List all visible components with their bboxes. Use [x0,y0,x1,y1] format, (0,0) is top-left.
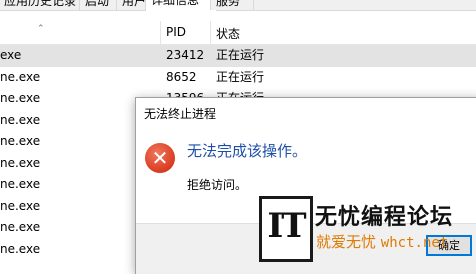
process-name-cell: ne.exe [0,112,41,127]
process-name-cell: ne.exe [0,134,41,148]
pid-cell: 8652 [166,69,197,84]
table-row[interactable]: ne.exe 8652 正在运行 [0,67,476,89]
status-cell: 正在运行 [216,69,265,84]
dialog-main-instruction: 无法完成该操作。 [187,142,308,160]
process-name-cell: ne.exe [0,220,41,234]
column-header-status[interactable]: 状态 [216,25,240,42]
process-name-cell: ne.exe [0,177,41,191]
watermark-title: 无忧编程论坛 [315,204,454,230]
tab-services[interactable]: 服务 [210,0,254,10]
dialog-detail-text: 拒绝访问。 [187,178,248,192]
sort-up-icon: ⌃ [37,24,45,34]
process-name-cell: ne.exe [0,241,41,256]
column-divider[interactable] [210,21,211,44]
process-name-cell: ne.exe [0,155,41,170]
error-icon: ✕ [145,143,175,173]
watermark: IT 无忧编程论坛 就爱无忧 whct.net [259,196,476,262]
process-name-cell: ne.exe [0,69,41,84]
tab-app-history[interactable]: 应用历史记录 [0,0,86,10]
dialog-title: 无法终止进程 [144,107,217,121]
pid-cell: 23412 [166,48,205,62]
column-header-pid[interactable]: PID [166,25,186,39]
column-header: ⌃ PID 状态 [0,21,476,45]
watermark-logo: IT [259,196,313,262]
column-divider[interactable] [160,21,161,44]
process-name-cell: ne.exe [0,91,41,105]
status-cell: 正在运行 [216,48,265,62]
watermark-subtitle: 就爱无忧 whct.net [316,231,448,252]
tab-bar: 应用历史记录 启动 用户 详细信息 服务 [0,0,476,11]
process-name-cell: exe [0,48,22,62]
tab-details[interactable]: 详细信息 [145,0,217,11]
table-row[interactable]: exe 23412 正在运行 [0,45,476,67]
watermark-slogan: 就爱无忧 [316,233,377,251]
process-name-cell: ne.exe [0,198,41,213]
watermark-url: whct.net [380,235,449,251]
